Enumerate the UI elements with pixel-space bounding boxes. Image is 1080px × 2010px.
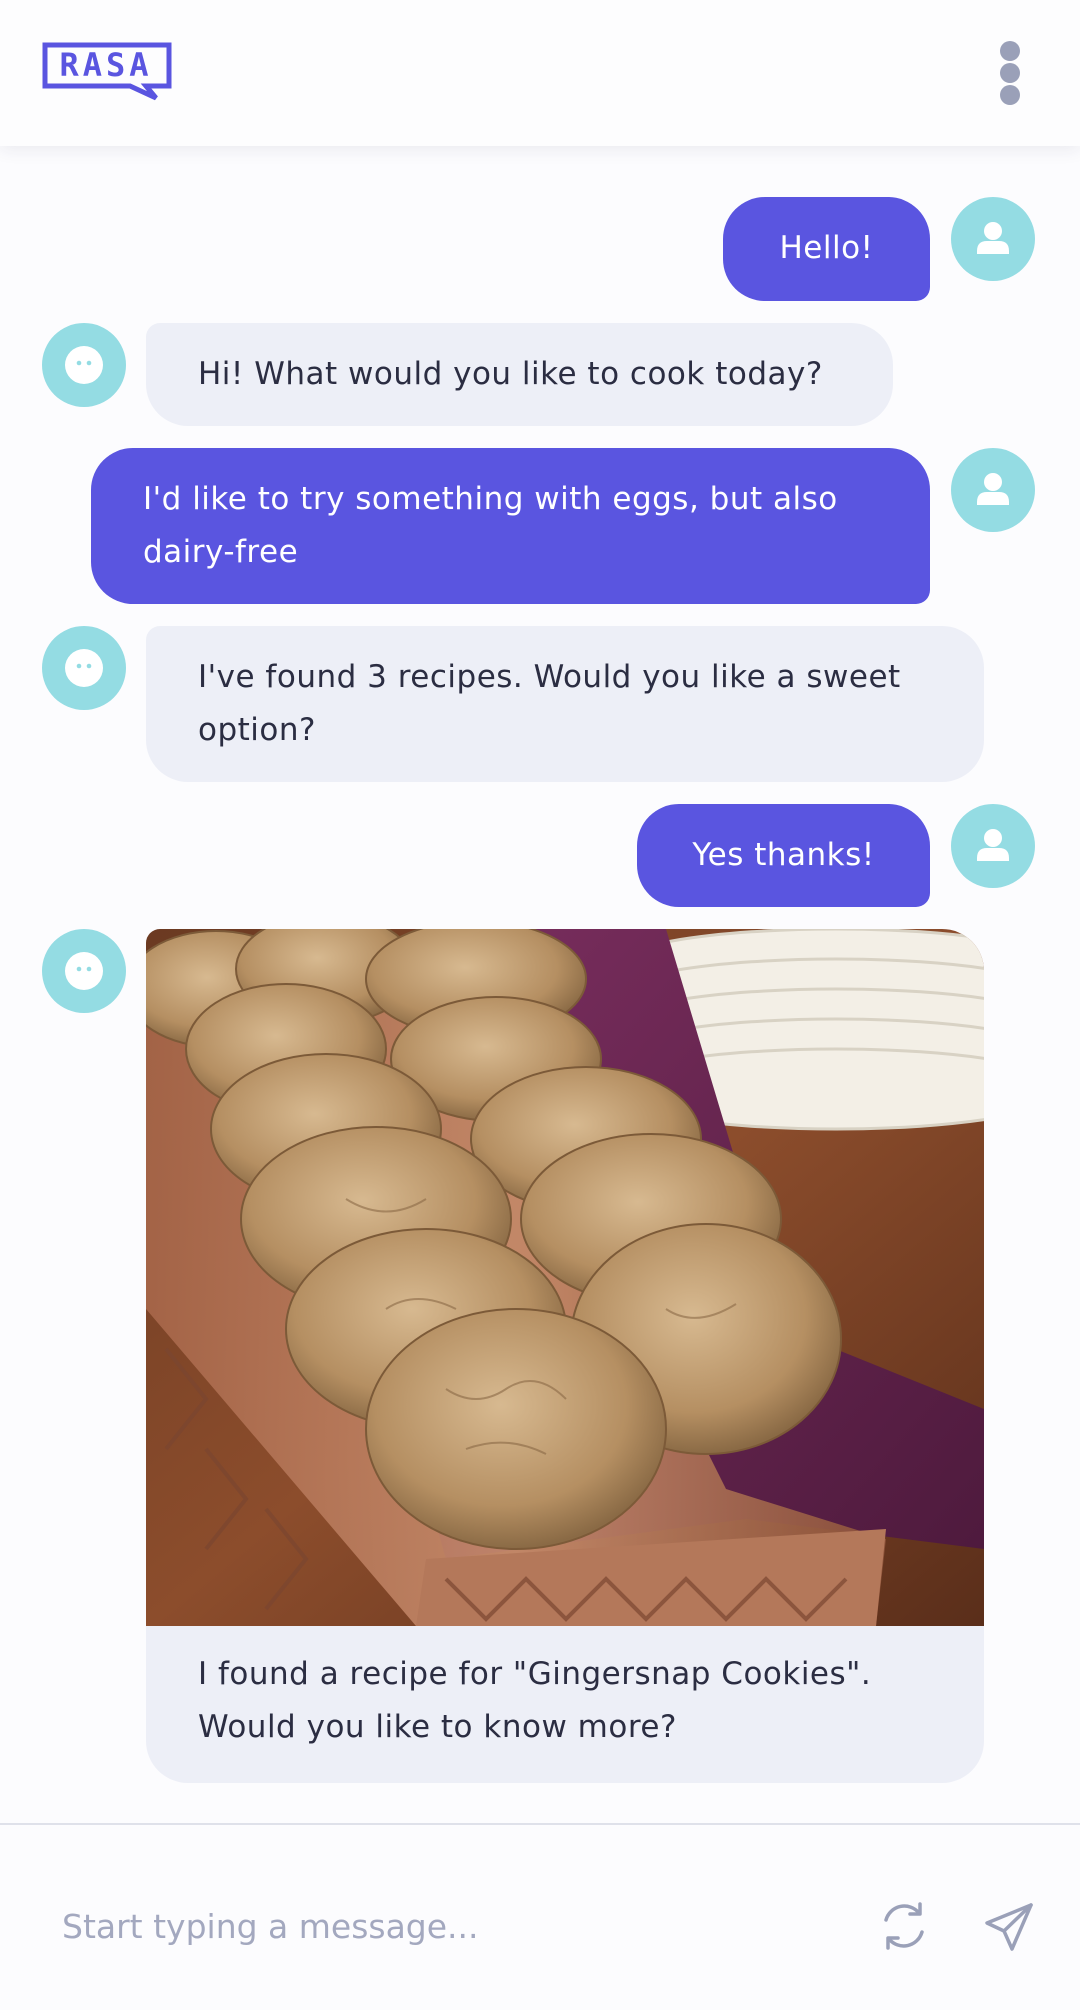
bot-message: I've found 3 recipes. Would you like a s… [146,626,984,782]
message-composer [0,1823,1080,2010]
message-text: Hello! [779,230,874,266]
rasa-logo: RASA [42,42,172,102]
user-message: Yes thanks! [637,804,930,907]
user-icon [977,829,1009,861]
bot-icon [65,649,103,687]
send-icon[interactable] [983,1899,1037,1953]
user-message: I'd like to try something with eggs, but… [91,448,930,604]
logo-text: RASA [59,46,153,84]
bot-avatar [42,626,126,710]
bot-icon [65,952,103,990]
bot-avatar [42,323,126,407]
kebab-menu-icon[interactable] [992,38,1028,108]
refresh-icon[interactable] [877,1899,931,1953]
user-message: Hello! [723,197,930,301]
message-text: I'd like to try something with eggs, but… [143,481,838,570]
user-icon [977,222,1009,254]
card-message-text: I found a recipe for "Gingersnap Cookies… [198,1656,872,1745]
recipe-card: I found a recipe for "Gingersnap Cookies… [146,929,984,1783]
message-input[interactable] [60,1895,824,1957]
gingersnap-cookies-photo [146,929,984,1626]
user-avatar [951,197,1035,281]
message-text: I've found 3 recipes. Would you like a s… [198,659,901,748]
user-avatar [951,448,1035,532]
bot-message: Hi! What would you like to cook today? [146,323,893,426]
message-text: Yes thanks! [692,837,875,873]
app-header: RASA [0,0,1080,146]
user-icon [977,473,1009,505]
bot-avatar [42,929,126,1013]
message-text: Hi! What would you like to cook today? [198,356,823,392]
bot-icon [65,346,103,384]
user-avatar [951,804,1035,888]
